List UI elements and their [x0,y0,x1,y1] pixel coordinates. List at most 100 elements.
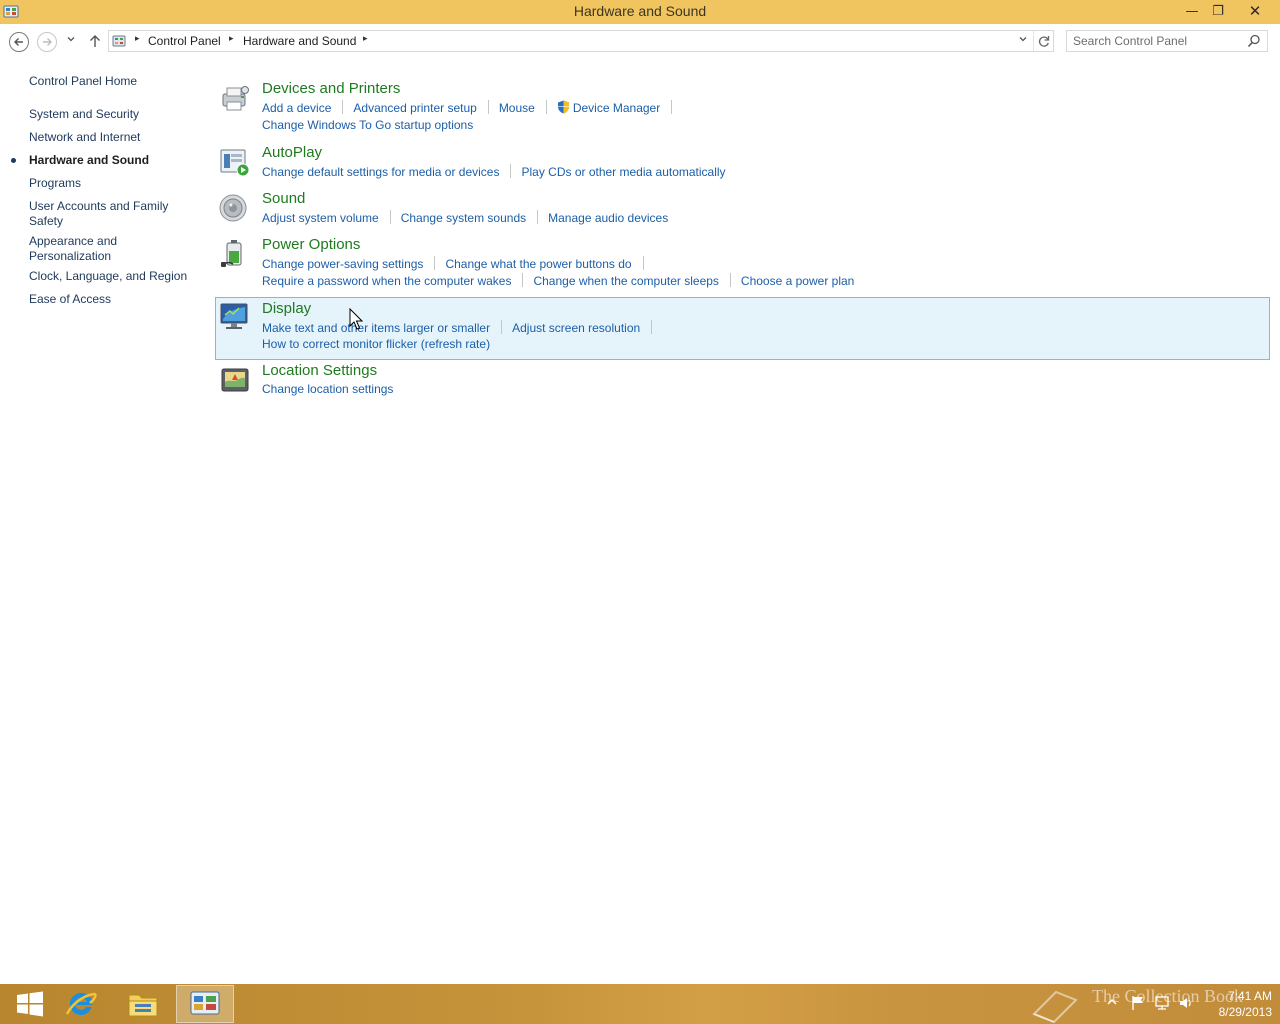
nav-hardware-and-sound[interactable]: Hardware and Sound [29,153,199,168]
nav-user-accounts-and-family-safety[interactable]: User Accounts and Family Safety [29,199,179,229]
maximize-button[interactable]: ❐ [1204,0,1232,22]
task-make-text-larger-or-smaller[interactable]: Make text and other items larger or smal… [262,321,490,335]
task-change-system-sounds[interactable]: Change system sounds [401,211,526,225]
nav-ease-of-access[interactable]: Ease of Access [29,292,199,307]
nav-clock-language-and-region[interactable]: Clock, Language, and Region [29,269,199,284]
forward-button[interactable] [37,32,57,52]
breadcrumb-control-panel[interactable]: Control Panel [148,34,221,48]
category-title-location-settings[interactable]: Location Settings [262,362,377,379]
chevron-down-icon [67,37,75,42]
task-adjust-system-volume[interactable]: Adjust system volume [262,211,379,225]
category-title-power-options[interactable]: Power Options [262,236,360,253]
minimize-button[interactable]: — [1178,0,1206,22]
category-power-options: Power Options Change power-saving settin… [215,236,1270,294]
task-manage-audio-devices[interactable]: Manage audio devices [548,211,668,225]
battery-icon[interactable] [219,238,251,270]
task-links-row: Change location settings [262,382,393,396]
back-button[interactable] [9,32,29,52]
task-change-windows-to-go-startup-options[interactable]: Change Windows To Go startup options [262,118,473,132]
taskbar-file-explorer[interactable] [113,985,173,1023]
task-mouse[interactable]: Mouse [499,101,535,115]
refresh-icon [1038,36,1050,47]
link-separator [545,100,547,114]
system-clock[interactable]: 7:41 AM 8/29/2013 [1200,988,1272,1020]
active-bullet-icon [11,158,16,163]
monitor-icon[interactable] [219,301,251,333]
speaker-icon[interactable] [219,192,251,224]
link-separator [729,273,731,287]
nav-programs[interactable]: Programs [29,176,199,191]
category-title-display[interactable]: Display [262,300,311,317]
address-bar[interactable]: ▸ Control Panel ▸ Hardware and Sound ▸ [108,30,1054,52]
task-change-location-settings[interactable]: Change location settings [262,382,393,396]
book-watermark-icon [1032,990,1078,1024]
close-button[interactable]: ✕ [1232,0,1278,22]
up-button[interactable] [86,32,104,50]
control-panel-home-link[interactable]: Control Panel Home [29,74,199,89]
task-links-row: Change Windows To Go startup options [262,118,473,132]
task-change-power-saving-settings[interactable]: Change power-saving settings [262,257,423,271]
breadcrumb-separator-icon[interactable]: ▸ [363,34,368,44]
left-navigation-pane: Control Panel Home System and Security N… [0,58,205,978]
control-panel-icon [190,991,220,1015]
nav-network-and-internet[interactable]: Network and Internet [29,130,199,145]
task-links-row: Add a device Advanced printer setup Mouse D… [262,100,682,115]
breadcrumb-hardware-and-sound[interactable]: Hardware and Sound [243,34,356,48]
autoplay-icon[interactable] [219,146,251,178]
window-title: Hardware and Sound [573,3,707,19]
task-change-when-computer-sleeps[interactable]: Change when the computer sleeps [533,274,718,288]
link-separator [487,100,489,114]
link-separator [501,320,503,334]
category-title-autoplay[interactable]: AutoPlay [262,144,322,161]
nav-appearance-and-personalization[interactable]: Appearance and Personalization [29,234,129,264]
breadcrumb-separator-icon[interactable]: ▸ [229,34,234,44]
printer-icon[interactable] [219,82,251,114]
task-links-row: Make text and other items larger or smal… [262,320,662,335]
breadcrumb-separator-icon[interactable]: ▸ [135,34,140,44]
uac-shield-icon [557,100,569,114]
clock-date: 8/29/2013 [1218,1005,1272,1019]
task-links-row: Require a password when the computer wak… [262,273,854,288]
category-display[interactable]: Display Make text and other items larger… [215,297,1270,360]
title-bar: Hardware and Sound — ❐ ✕ [0,0,1280,24]
chevron-down-icon [1019,37,1027,42]
address-dropdown-button[interactable] [1015,34,1031,50]
link-separator [389,210,391,224]
clock-time: 7:41 AM [1227,989,1272,1003]
link-separator [651,320,653,334]
task-change-default-settings-for-media[interactable]: Change default settings for media or dev… [262,165,499,179]
link-separator [510,164,512,178]
recent-locations-button[interactable] [64,34,78,48]
arrow-left-icon [14,38,23,46]
mouse-cursor-icon [349,308,363,330]
task-play-cds-automatically[interactable]: Play CDs or other media automatically [521,165,725,179]
link-separator [671,100,673,114]
task-adjust-screen-resolution[interactable]: Adjust screen resolution [512,321,640,335]
task-device-manager[interactable]: Device Manager [573,101,660,115]
task-require-password-on-wake[interactable]: Require a password when the computer wak… [262,274,511,288]
arrow-up-icon [90,35,100,47]
taskbar-control-panel[interactable] [176,985,234,1023]
task-correct-monitor-flicker[interactable]: How to correct monitor flicker (refresh … [262,337,490,351]
location-icon[interactable] [219,364,251,396]
task-advanced-printer-setup[interactable]: Advanced printer setup [353,101,476,115]
task-add-a-device[interactable]: Add a device [262,101,331,115]
link-separator [522,273,524,287]
task-choose-a-power-plan[interactable]: Choose a power plan [741,274,854,288]
task-change-what-power-buttons-do[interactable]: Change what the power buttons do [445,257,631,271]
search-box[interactable] [1066,30,1268,52]
control-panel-location-icon [112,35,126,47]
main-content: Devices and Printers Add a device Advance… [205,58,1280,978]
link-separator [537,210,539,224]
category-title-devices-and-printers[interactable]: Devices and Printers [262,80,400,97]
category-title-sound[interactable]: Sound [262,190,305,207]
search-input[interactable] [1073,33,1243,49]
taskbar-internet-explorer[interactable] [51,985,111,1023]
nav-system-and-security[interactable]: System and Security [29,107,199,122]
refresh-button[interactable] [1033,31,1053,51]
link-separator [642,256,644,270]
link-separator [342,100,344,114]
address-toolbar: ▸ Control Panel ▸ Hardware and Sound ▸ [0,24,1280,58]
task-links-row: Change power-saving settings Change what … [262,256,654,271]
search-icon[interactable] [1247,34,1261,48]
